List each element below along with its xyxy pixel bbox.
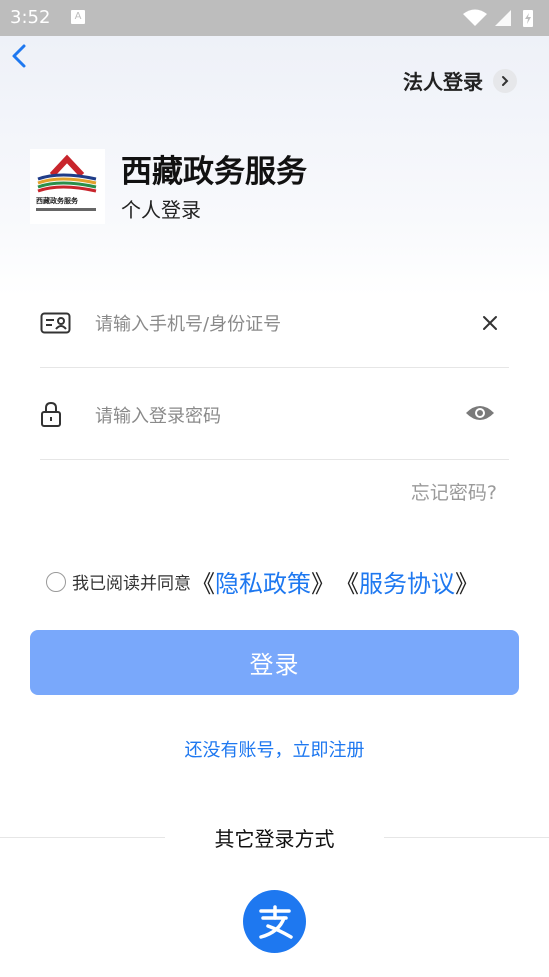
terms-open-bracket: 《	[335, 570, 359, 598]
privacy-policy-link[interactable]: 隐私政策	[215, 564, 311, 599]
agreement-row: 我已阅读并同意 《 隐私政策 》 《 服务协议 》	[46, 564, 479, 599]
status-time: 3:52	[10, 7, 51, 28]
status-bar: 3:52 A	[0, 0, 549, 36]
agreement-prefix: 我已阅读并同意	[72, 574, 191, 594]
alipay-login-button[interactable]	[243, 890, 306, 953]
notification-icon: A	[71, 10, 85, 24]
logo-caption: 西藏政务服务	[36, 197, 78, 205]
id-card-icon	[40, 312, 71, 334]
wifi-icon	[463, 9, 487, 26]
status-icons	[463, 9, 533, 27]
account-input[interactable]: 请输入手机号/身份证号	[95, 310, 281, 336]
privacy-open-bracket: 《	[191, 570, 215, 598]
password-input[interactable]: 请输入登录密码	[95, 402, 221, 428]
forgot-password-link[interactable]: 忘记密码?	[411, 478, 497, 505]
alipay-icon	[258, 904, 293, 939]
chevron-right-icon	[493, 68, 517, 93]
logo-mark-icon	[37, 154, 97, 193]
agree-checkbox[interactable]	[46, 571, 66, 592]
eye-icon[interactable]	[464, 403, 496, 423]
service-agreement-link[interactable]: 服务协议	[359, 564, 455, 599]
clear-icon[interactable]	[482, 315, 498, 331]
legal-person-login-button[interactable]: 法人登录	[403, 66, 517, 95]
signal-icon	[495, 10, 511, 26]
other-login-title: 其它登录方式	[214, 827, 335, 851]
account-divider	[40, 367, 509, 368]
lock-icon	[41, 401, 61, 427]
terms-close-bracket: 》	[455, 570, 479, 598]
privacy-close-bracket: 》	[311, 570, 335, 598]
app-logo: 西藏政务服务	[30, 149, 105, 224]
logo-tibetan-script	[36, 208, 96, 211]
login-button[interactable]: 登录	[30, 630, 519, 695]
password-divider	[40, 459, 509, 460]
app-title: 西藏政务服务	[121, 154, 307, 190]
login-type-label: 个人登录	[121, 198, 201, 222]
back-arrow-icon[interactable]	[8, 42, 32, 70]
legal-login-label: 法人登录	[403, 70, 483, 94]
register-link[interactable]: 还没有账号，立即注册	[0, 736, 549, 762]
